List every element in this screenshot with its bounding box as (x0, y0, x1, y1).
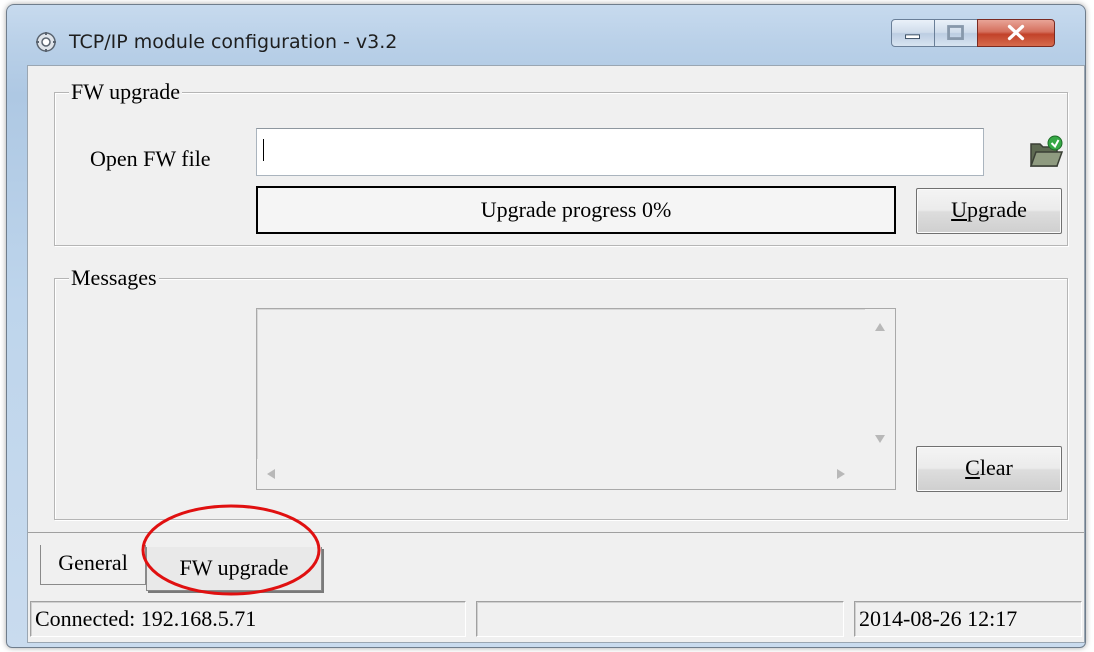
status-middle (476, 601, 844, 637)
scroll-up-icon[interactable] (875, 323, 885, 331)
upgrade-button-label: pgrade (967, 197, 1027, 222)
messages-group-title: Messages (69, 265, 159, 291)
upgrade-button[interactable]: Upgrade (916, 188, 1062, 234)
open-folder-icon[interactable] (1028, 134, 1064, 170)
clear-button[interactable]: Clear (916, 446, 1062, 492)
clear-button-label: lear (979, 455, 1013, 480)
scroll-down-icon[interactable] (875, 435, 885, 443)
text-caret (263, 139, 264, 161)
status-bar: Connected: 192.168.5.71 2014-08-26 12:17 (28, 594, 1084, 642)
upgrade-progress-bar: Upgrade progress 0% (256, 186, 896, 234)
status-datetime: 2014-08-26 12:17 (854, 601, 1082, 637)
open-fw-file-label: Open FW file (90, 146, 211, 171)
close-button[interactable] (977, 19, 1055, 47)
gear-icon (36, 32, 56, 52)
fw-file-path-input[interactable] (256, 128, 984, 176)
minimize-button[interactable] (891, 19, 935, 47)
app-window: TCP/IP module configuration - v3.2 FW up… (6, 4, 1086, 648)
client-area: FW upgrade Open FW file Upgrade progress… (27, 65, 1085, 643)
maximize-button[interactable] (934, 19, 978, 47)
minimize-icon (905, 34, 920, 40)
upgrade-progress-text: Upgrade progress 0% (480, 197, 672, 222)
messages-list[interactable] (256, 308, 896, 490)
fw-upgrade-group-title: FW upgrade (69, 79, 182, 105)
window-title: TCP/IP module configuration - v3.2 (69, 31, 398, 53)
status-connection: Connected: 192.168.5.71 (30, 601, 466, 637)
messages-vertical-scrollbar[interactable] (865, 309, 895, 459)
maximize-icon (947, 25, 964, 40)
caption-buttons (891, 19, 1071, 49)
upgrade-button-accel: U (951, 197, 968, 222)
tab-fw-upgrade[interactable]: FW upgrade (146, 547, 322, 591)
tab-strip: General FW upgrade (28, 532, 1084, 591)
close-icon (1007, 24, 1025, 41)
tab-general[interactable]: General (40, 545, 146, 585)
scroll-right-icon[interactable] (837, 469, 845, 479)
clear-button-accel: C (965, 455, 980, 480)
scroll-left-icon[interactable] (267, 469, 275, 479)
messages-horizontal-scrollbar[interactable] (257, 459, 865, 489)
